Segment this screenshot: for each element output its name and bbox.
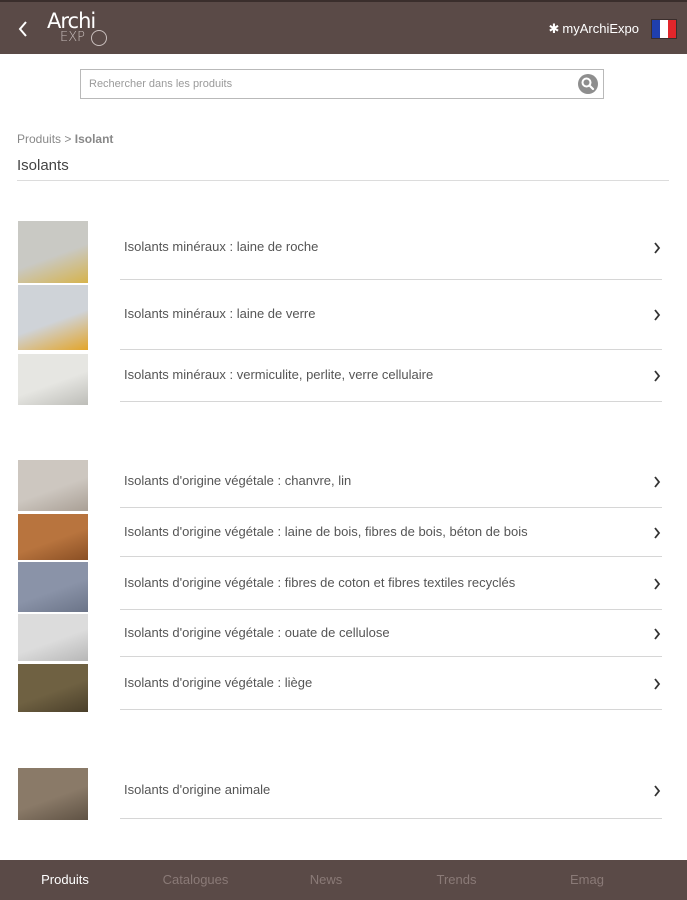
star-icon: ✱ bbox=[548, 21, 560, 36]
page-title: Isolants bbox=[17, 157, 69, 174]
top-app-bar: Archi EXP ✱ myArchiExpo bbox=[0, 0, 687, 54]
logo-ring bbox=[91, 30, 107, 46]
item-divider bbox=[120, 279, 662, 280]
flag-band-blue bbox=[652, 20, 660, 38]
my-archiexpo-link[interactable]: ✱ myArchiExpo bbox=[549, 19, 639, 39]
breadcrumb: Produits > Isolant bbox=[17, 132, 113, 146]
chevron-right-icon bbox=[653, 475, 661, 488]
rock-wool-thumbnail bbox=[18, 221, 88, 283]
chevron-right-icon bbox=[653, 784, 661, 797]
hemp-thumbnail bbox=[18, 460, 88, 511]
vermiculite-thumbnail bbox=[18, 354, 88, 405]
chevron-right-icon bbox=[653, 577, 661, 590]
chevron-right-icon bbox=[653, 369, 661, 382]
list-item-label: Isolants d'origine végétale : laine de b… bbox=[124, 524, 528, 539]
my-archiexpo-label: myArchiExpo bbox=[562, 21, 639, 36]
cotton-fiber-thumbnail bbox=[18, 562, 88, 612]
french-flag-icon[interactable] bbox=[651, 19, 677, 39]
item-divider bbox=[120, 349, 662, 350]
list-item-label: Isolants d'origine végétale : fibres de … bbox=[124, 575, 516, 590]
logo-expo-text: EXP bbox=[60, 30, 85, 45]
breadcrumb-current: Isolant bbox=[74, 132, 114, 146]
breadcrumb-root[interactable]: Produits bbox=[17, 132, 61, 146]
list-item-label: Isolants minéraux : vermiculite, perlite… bbox=[124, 367, 434, 382]
title-divider bbox=[17, 180, 669, 181]
tab-trends[interactable]: Trends bbox=[391, 860, 522, 900]
flag-band-white bbox=[660, 20, 668, 38]
item-divider bbox=[120, 609, 662, 610]
list-item-label: Isolants d'origine animale bbox=[124, 782, 271, 797]
item-divider bbox=[120, 401, 662, 402]
list-item-label: Isolants d'origine végétale : chanvre, l… bbox=[124, 473, 352, 488]
cellulose-thumbnail bbox=[18, 614, 88, 661]
list-item-label: Isolants minéraux : laine de verre bbox=[124, 306, 316, 321]
tab-news[interactable]: News bbox=[261, 860, 391, 900]
sheep-wool-roll-thumbnail bbox=[18, 768, 88, 820]
logo-archi-text: Archi bbox=[47, 9, 96, 33]
cork-thumbnail bbox=[18, 664, 88, 712]
wood-fiber-thumbnail bbox=[18, 514, 88, 560]
item-divider bbox=[120, 507, 662, 508]
search-input[interactable] bbox=[89, 70, 569, 98]
back-icon[interactable] bbox=[14, 16, 36, 42]
list-item-label: Isolants d'origine végétale : ouate de c… bbox=[124, 625, 390, 640]
item-divider bbox=[120, 656, 662, 657]
chevron-right-icon bbox=[653, 627, 661, 640]
archiexpo-logo[interactable]: Archi EXP bbox=[47, 10, 117, 50]
search-bar bbox=[80, 69, 604, 99]
item-divider bbox=[120, 818, 662, 819]
tab-emag[interactable]: Emag bbox=[522, 860, 652, 900]
chevron-right-icon bbox=[653, 677, 661, 690]
list-item-label: Isolants minéraux : laine de roche bbox=[124, 239, 319, 254]
search-icon[interactable] bbox=[578, 74, 598, 94]
list-item-label: Isolants d'origine végétale : liège bbox=[124, 675, 313, 690]
bottom-tab-bar: Produits Catalogues News Trends Emag bbox=[0, 860, 687, 900]
chevron-right-icon bbox=[653, 526, 661, 539]
tab-produits[interactable]: Produits bbox=[0, 860, 130, 900]
chevron-right-icon bbox=[653, 241, 661, 254]
breadcrumb-separator: > bbox=[64, 132, 72, 146]
flag-band-red bbox=[668, 20, 676, 38]
glass-wool-thumbnail bbox=[18, 285, 88, 350]
item-divider bbox=[120, 709, 662, 710]
item-divider bbox=[120, 556, 662, 557]
chevron-right-icon bbox=[653, 308, 661, 321]
tab-catalogues[interactable]: Catalogues bbox=[130, 860, 261, 900]
